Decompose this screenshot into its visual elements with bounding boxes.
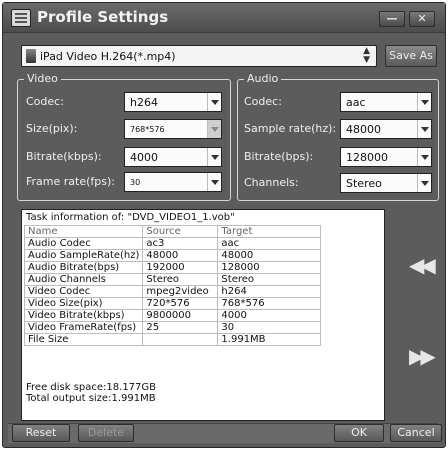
video-codec-label: Codec: xyxy=(26,95,64,108)
total-output-size: Total output size:1.991MB xyxy=(26,393,156,404)
cell-source: mpeg2video xyxy=(142,285,219,298)
video-group-title: Video xyxy=(24,72,61,85)
chevron-down-icon[interactable] xyxy=(417,148,431,166)
ipad-icon xyxy=(26,49,36,63)
cell-name: Audio Bitrate(bps) xyxy=(23,261,144,274)
task-info-table: Name Source Target Audio Codec ac3 aac A… xyxy=(23,225,322,346)
table-row: Audio Bitrate(bps) 192000 128000 xyxy=(23,261,322,274)
next-task-icon[interactable]: ▶▶ xyxy=(409,344,436,368)
task-info-header: Task information of: "DVD_VIDEO1_1.vob" xyxy=(26,212,235,223)
cell-target: 48000 xyxy=(217,249,322,262)
audio-samplerate-value: 48000 xyxy=(346,123,381,136)
cell-name: Audio SampleRate(hz) xyxy=(23,249,144,262)
cell-target: 4000 xyxy=(217,309,322,322)
cell-target: 30 xyxy=(217,321,322,334)
video-codec-value: h264 xyxy=(130,96,158,109)
cell-source: 720*576 xyxy=(142,297,219,310)
task-info-panel: Task information of: "DVD_VIDEO1_1.vob" … xyxy=(21,209,385,421)
cell-target: 128000 xyxy=(217,261,322,274)
chevron-down-icon[interactable] xyxy=(207,120,221,138)
previous-task-icon[interactable]: ◀◀ xyxy=(409,253,436,277)
column-header-source: Source xyxy=(142,225,219,238)
profile-select[interactable]: iPad Video H.264(*.mp4) ▲ ▼ xyxy=(21,45,377,67)
audio-codec-select[interactable]: aac xyxy=(340,92,432,112)
close-button[interactable]: ✕ xyxy=(409,11,435,27)
video-size-label: Size(pix): xyxy=(26,122,78,135)
audio-group: Audio Codec: aac Sample rate(hz): 48000 … xyxy=(237,72,439,201)
video-framerate-select[interactable]: 30 xyxy=(124,172,222,192)
audio-codec-value: aac xyxy=(346,96,366,109)
cell-target: aac xyxy=(217,237,322,250)
chevron-down-icon[interactable] xyxy=(207,93,221,111)
column-header-name: Name xyxy=(23,225,144,238)
audio-group-title: Audio xyxy=(244,72,282,85)
chevron-down-icon[interactable] xyxy=(207,173,221,191)
video-size-select[interactable]: 768*576 xyxy=(124,119,222,139)
free-disk-space: Free disk space:18.177GB xyxy=(26,382,157,393)
cell-source: 192000 xyxy=(142,261,219,274)
table-row: File Size 1.991MB xyxy=(23,333,322,346)
audio-codec-label: Codec: xyxy=(244,95,282,108)
cell-source: 48000 xyxy=(142,249,219,262)
audio-samplerate-select[interactable]: 48000 xyxy=(340,119,432,139)
updown-arrow-icon: ▲ ▼ xyxy=(363,46,370,65)
cell-target: 1.991MB xyxy=(217,333,322,346)
table-header-row: Name Source Target xyxy=(23,225,322,238)
cell-source: Stereo xyxy=(142,273,219,286)
video-framerate-value: 30 xyxy=(130,178,141,187)
table-row: Audio SampleRate(hz) 48000 48000 xyxy=(23,249,322,262)
cell-target: Stereo xyxy=(217,273,322,286)
audio-bitrate-select[interactable]: 128000 xyxy=(340,147,432,167)
chevron-down-icon[interactable] xyxy=(417,174,431,192)
table-row: Video Bitrate(kbps) 9800000 4000 xyxy=(23,309,322,322)
cell-name: Video Size(pix) xyxy=(23,297,144,310)
cell-name: Audio Channels xyxy=(23,273,144,286)
window-title: Profile Settings xyxy=(37,8,169,26)
table-row: Audio Channels Stereo Stereo xyxy=(23,273,322,286)
chevron-down-icon[interactable] xyxy=(417,93,431,111)
cell-name: Video Codec xyxy=(23,285,144,298)
table-row: Video Codec mpeg2video h264 xyxy=(23,285,322,298)
cell-source xyxy=(142,333,219,346)
audio-bitrate-label: Bitrate(bps): xyxy=(244,150,314,163)
table-row: Video Size(pix) 720*576 768*576 xyxy=(23,297,322,310)
column-header-target: Target xyxy=(217,225,322,238)
audio-channels-label: Channels: xyxy=(244,176,299,189)
profile-settings-icon xyxy=(11,9,31,27)
video-bitrate-select[interactable]: 4000 xyxy=(124,147,222,167)
delete-button[interactable]: Delete xyxy=(78,424,134,442)
table-row: Video FrameRate(fps) 25 30 xyxy=(23,321,322,334)
title-bar: Profile Settings — ✕ xyxy=(3,3,445,33)
cell-target: 768*576 xyxy=(217,297,322,310)
video-bitrate-label: Bitrate(kbps): xyxy=(26,150,102,163)
video-bitrate-value: 4000 xyxy=(130,151,158,164)
cell-name: File Size xyxy=(23,333,144,346)
audio-channels-select[interactable]: Stereo xyxy=(340,173,432,193)
video-size-value: 768*576 xyxy=(130,125,165,134)
chevron-down-icon[interactable] xyxy=(207,148,221,166)
cell-source: 25 xyxy=(142,321,219,334)
chevron-down-icon[interactable] xyxy=(417,120,431,138)
cell-name: Video Bitrate(kbps) xyxy=(23,309,144,322)
video-codec-select[interactable]: h264 xyxy=(124,92,222,112)
cell-source: ac3 xyxy=(142,237,219,250)
cell-name: Audio Codec xyxy=(23,237,144,250)
table-row: Audio Codec ac3 aac xyxy=(23,237,322,250)
profile-select-value: iPad Video H.264(*.mp4) xyxy=(40,50,176,63)
cell-name: Video FrameRate(fps) xyxy=(23,321,144,334)
audio-samplerate-label: Sample rate(hz): xyxy=(244,122,337,135)
video-group: Video Codec: h264 Size(pix): 768*576 Bit… xyxy=(17,72,231,201)
cancel-button[interactable]: Cancel xyxy=(390,424,442,442)
reset-button[interactable]: Reset xyxy=(12,424,70,442)
cell-target: h264 xyxy=(217,285,322,298)
ok-button[interactable]: OK xyxy=(334,424,384,442)
minimize-button[interactable]: — xyxy=(379,11,405,27)
save-as-button[interactable]: Save As xyxy=(385,45,437,67)
audio-bitrate-value: 128000 xyxy=(346,151,388,164)
profile-settings-window: Profile Settings — ✕ iPad Video H.264(*.… xyxy=(2,2,446,448)
audio-channels-value: Stereo xyxy=(346,177,382,190)
cell-source: 9800000 xyxy=(142,309,219,322)
video-framerate-label: Frame rate(fps): xyxy=(26,175,115,188)
